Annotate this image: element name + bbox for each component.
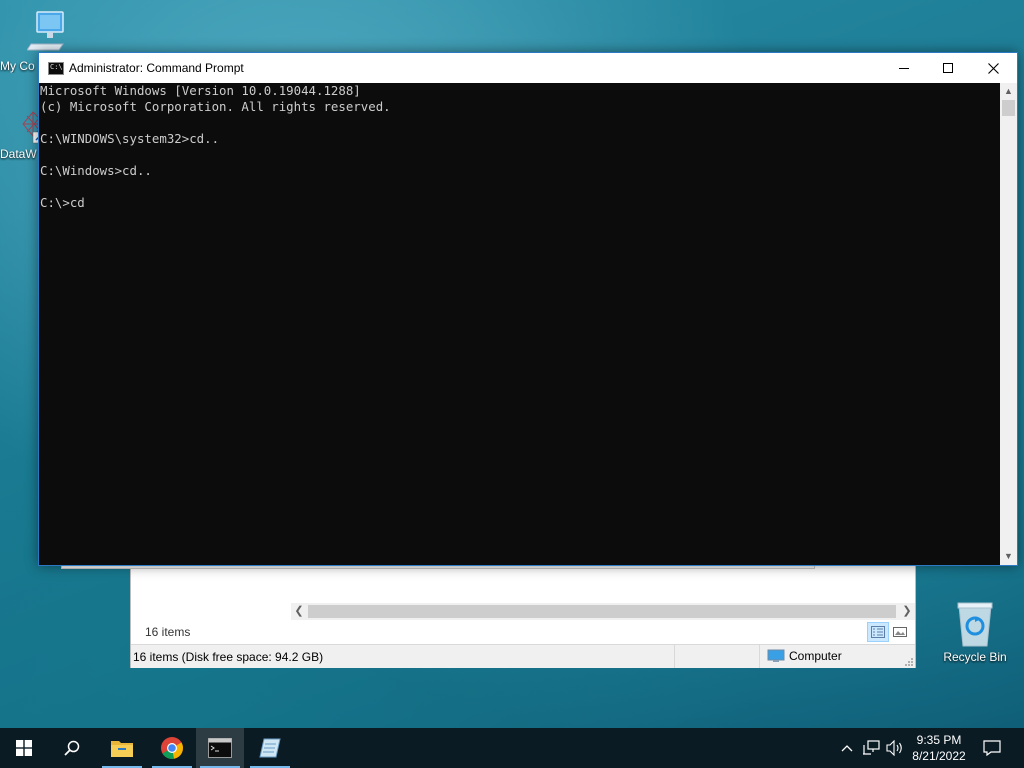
scrollbar-thumb[interactable]	[1002, 100, 1015, 116]
status-bar: 16 items (Disk free space: 94.2 GB) Comp…	[131, 644, 915, 668]
scroll-down-arrow[interactable]: ▼	[1000, 548, 1017, 565]
vertical-scrollbar[interactable]: ▲ ▼	[1000, 83, 1017, 565]
console-line: C:\WINDOWS\system32>cd..	[40, 131, 220, 146]
console-line: Microsoft Windows [Version 10.0.19044.12…	[40, 83, 361, 98]
status-divider	[674, 645, 675, 668]
items-count: 16 items	[145, 625, 191, 639]
status-free-space: 16 items (Disk free space: 94.2 GB)	[133, 650, 324, 664]
desktop-icon-label: Recycle Bin	[943, 650, 1007, 664]
network-icon	[863, 740, 880, 755]
search-button[interactable]	[48, 728, 96, 768]
status-location: Computer	[767, 649, 842, 663]
command-prompt-icon[interactable]: C:\	[48, 62, 64, 75]
network-button[interactable]	[860, 728, 882, 768]
action-center-button[interactable]	[980, 728, 1004, 768]
console-output[interactable]: Microsoft Windows [Version 10.0.19044.12…	[39, 83, 1000, 565]
scrollbar-thumb[interactable]	[308, 605, 896, 618]
status-divider	[759, 645, 760, 668]
start-button[interactable]	[0, 728, 48, 768]
resize-grip-icon[interactable]	[905, 658, 913, 666]
details-view-icon	[871, 626, 885, 638]
close-button[interactable]	[970, 53, 1016, 83]
large-icons-view-button[interactable]	[889, 622, 911, 642]
app-icon-text: C:\	[50, 63, 63, 71]
taskbar-file-explorer[interactable]	[98, 728, 146, 768]
start-icon	[16, 740, 32, 756]
taskbar: 9:35 PM 8/21/2022	[0, 728, 1024, 768]
close-icon	[987, 62, 999, 74]
scroll-left-arrow[interactable]: ❮	[291, 603, 307, 620]
notification-icon	[983, 740, 1001, 756]
chevron-up-icon	[841, 745, 853, 752]
minimize-button[interactable]	[881, 53, 927, 83]
volume-button[interactable]	[884, 728, 906, 768]
maximize-icon	[943, 63, 953, 73]
taskbar-clock[interactable]: 9:35 PM 8/21/2022	[904, 732, 974, 764]
clock-time: 9:35 PM	[916, 733, 962, 747]
command-prompt-icon	[208, 738, 232, 758]
scroll-up-arrow[interactable]: ▲	[1000, 83, 1017, 100]
notepad-icon	[259, 738, 281, 758]
computer-icon	[767, 649, 785, 662]
file-explorer-window[interactable]: ❮ ❯ 16 items 16 items (Disk free space: …	[61, 555, 916, 668]
command-prompt-window[interactable]: C:\ Administrator: Command Prompt Micros…	[38, 52, 1018, 566]
scroll-right-arrow[interactable]: ❯	[899, 603, 915, 620]
chrome-icon	[161, 737, 183, 759]
file-explorer-icon	[111, 741, 133, 757]
recycle-bin-icon	[957, 602, 993, 647]
taskbar-notepad[interactable]	[246, 728, 294, 768]
volume-icon	[886, 740, 902, 756]
desktop-icon-recycle-bin[interactable]: Recycle Bin	[937, 600, 1013, 664]
search-icon	[64, 740, 80, 756]
clock-date: 8/21/2022	[912, 749, 966, 763]
console-line: C:\Windows>cd..	[40, 163, 152, 178]
large-icons-view-icon	[893, 627, 907, 637]
taskbar-chrome[interactable]	[148, 728, 196, 768]
show-hidden-icons-button[interactable]	[836, 728, 858, 768]
window-title: Administrator: Command Prompt	[69, 61, 244, 75]
status-location-label: Computer	[789, 649, 842, 663]
horizontal-scrollbar[interactable]: ❮ ❯	[291, 603, 915, 620]
taskbar-command-prompt[interactable]	[196, 728, 244, 768]
maximize-button[interactable]	[925, 53, 971, 83]
details-view-button[interactable]	[867, 622, 889, 642]
computer-icon	[26, 11, 64, 51]
window-titlebar[interactable]: C:\ Administrator: Command Prompt	[39, 53, 1017, 83]
minimize-icon	[899, 68, 909, 69]
console-input-line[interactable]: C:\>cd	[39, 195, 1000, 211]
console-line: (c) Microsoft Corporation. All rights re…	[40, 99, 391, 114]
